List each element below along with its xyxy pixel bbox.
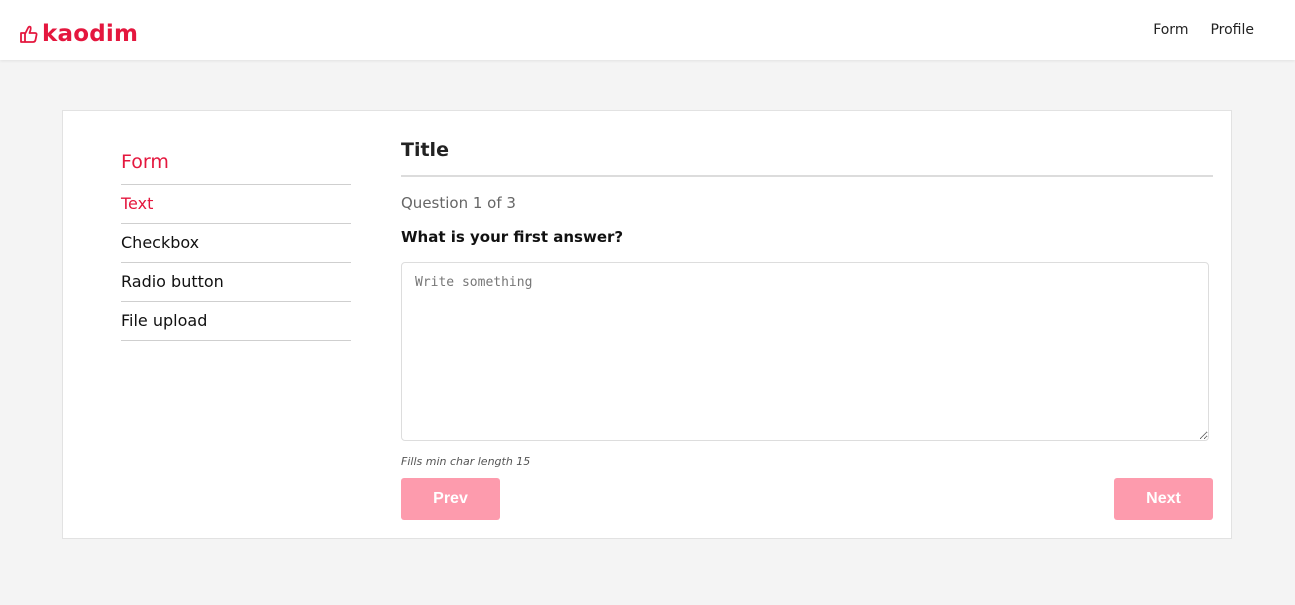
sidebar-item-radio-button[interactable]: Radio button (121, 263, 351, 302)
answer-textarea[interactable] (401, 262, 1209, 441)
sidebar-item-text[interactable]: Text (121, 185, 351, 224)
form-card: Form Text Checkbox Radio button File upl… (62, 110, 1232, 539)
top-nav: Form Profile (1153, 22, 1254, 38)
question-progress: Question 1 of 3 (401, 194, 516, 212)
sidebar: Form Text Checkbox Radio button File upl… (121, 151, 351, 341)
top-navbar: kaodim Form Profile (0, 0, 1295, 60)
brand-name: kaodim (42, 21, 139, 47)
button-row: Prev Next (401, 478, 1213, 520)
sidebar-title: Form (121, 151, 351, 185)
prev-button[interactable]: Prev (401, 478, 500, 520)
validation-hint: Fills min char length 15 (401, 455, 531, 468)
nav-link-form[interactable]: Form (1153, 22, 1188, 38)
page-title: Title (401, 139, 1213, 177)
question-panel: Title Question 1 of 3 What is your first… (401, 139, 1213, 520)
nav-link-profile[interactable]: Profile (1210, 22, 1254, 38)
next-button[interactable]: Next (1114, 478, 1213, 520)
question-text: What is your first answer? (401, 228, 624, 246)
thumbs-up-hand-icon (18, 23, 40, 45)
sidebar-item-file-upload[interactable]: File upload (121, 302, 351, 341)
sidebar-item-checkbox[interactable]: Checkbox (121, 224, 351, 263)
brand-logo[interactable]: kaodim (18, 22, 138, 46)
